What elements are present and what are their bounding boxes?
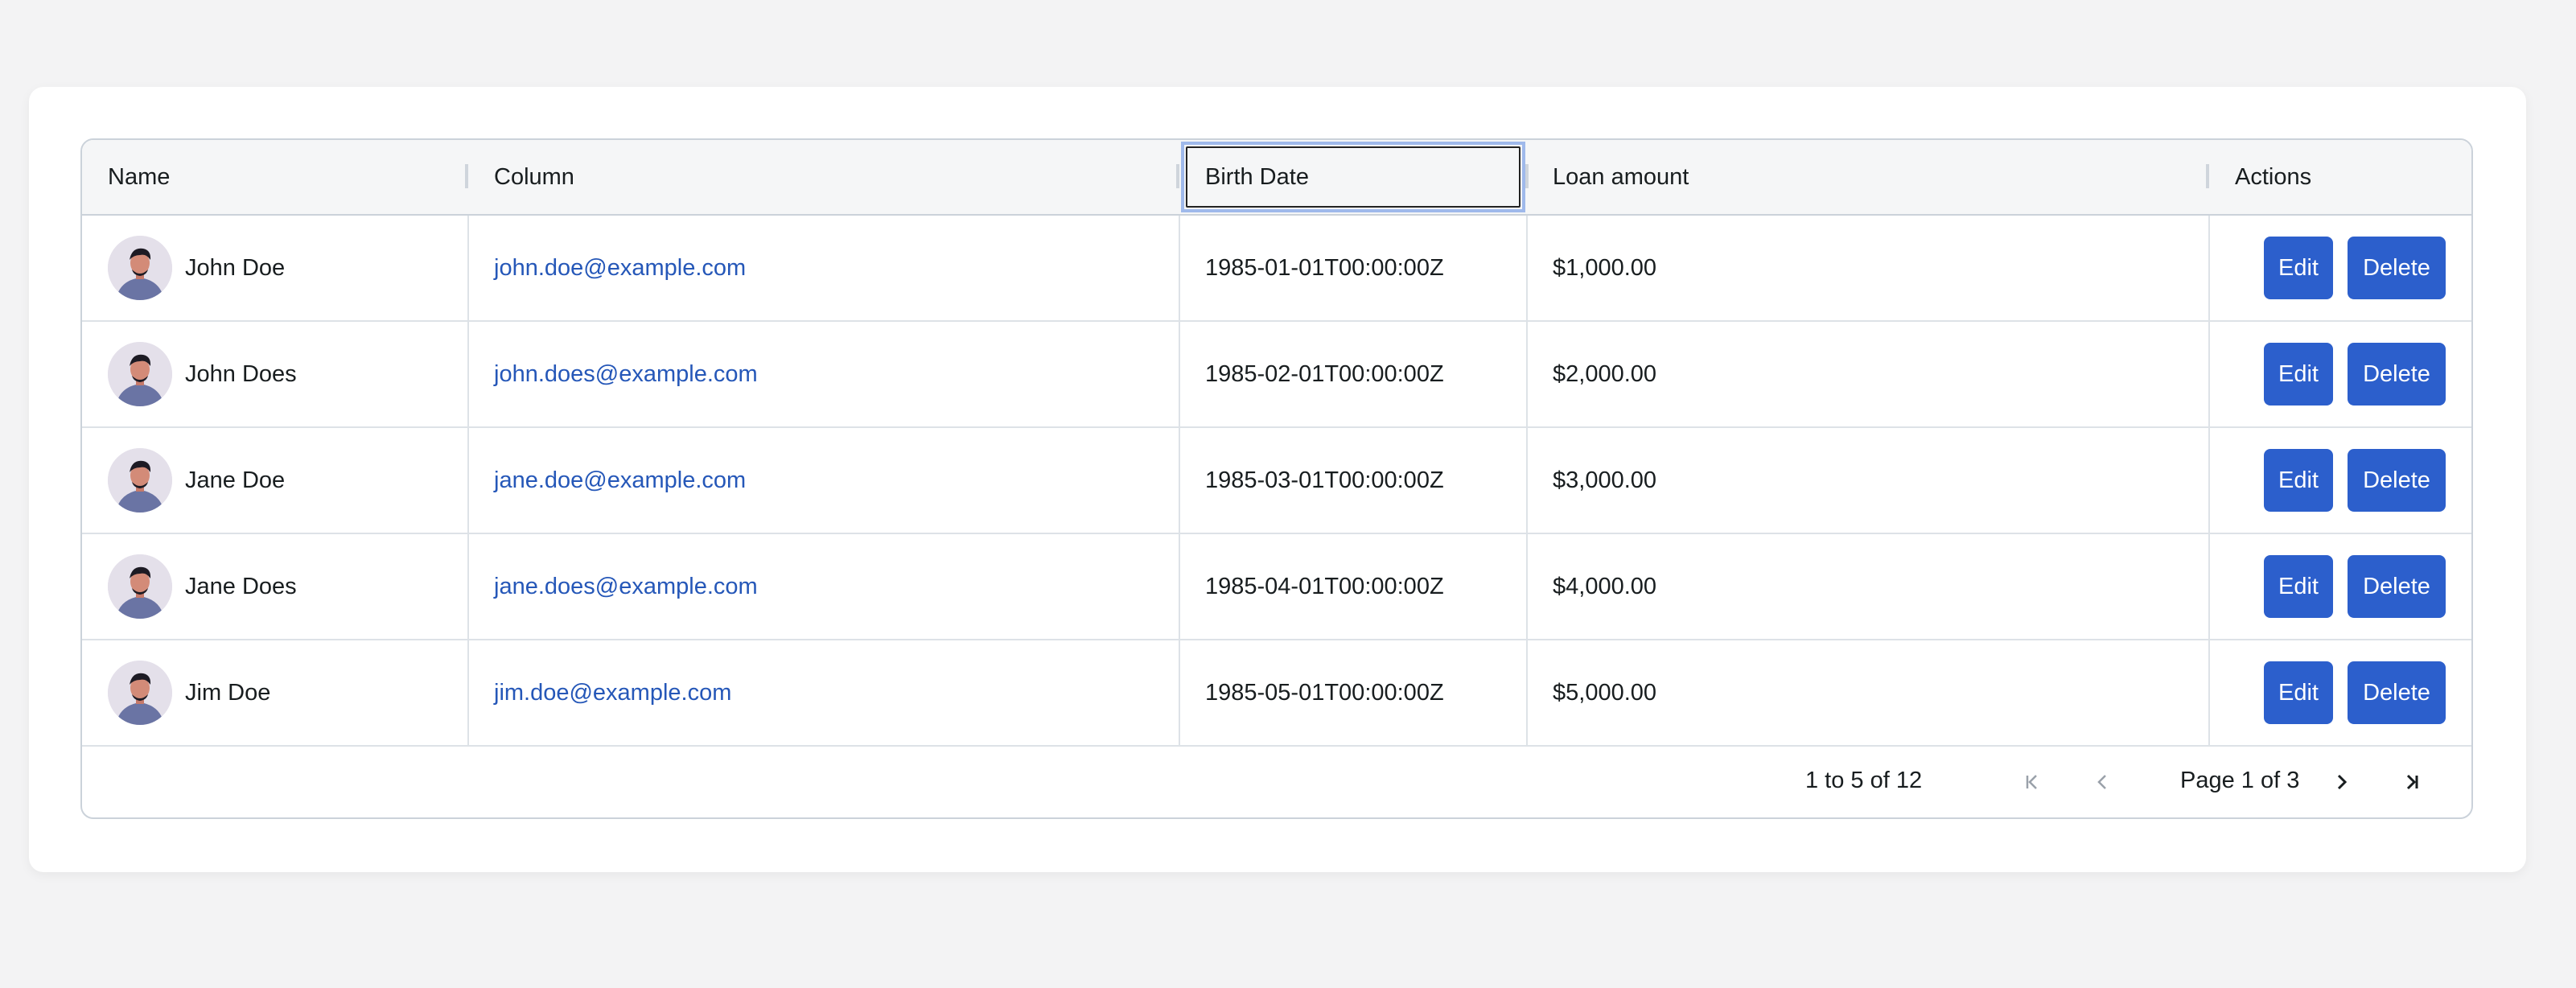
- column-header-email[interactable]: Column: [468, 140, 1179, 214]
- email-cell[interactable]: jim.doe@example.com: [468, 640, 1179, 745]
- edit-button[interactable]: Edit: [2264, 555, 2333, 618]
- avatar: [108, 661, 172, 725]
- page-indicator: Page 1 of 3: [2180, 768, 2300, 793]
- pagination-bar: 1 to 5 of 12 Page 1 of 3: [82, 747, 2471, 817]
- table-row[interactable]: John Doe john.doe@example.com 1985-01-01…: [82, 216, 2471, 322]
- avatar: [108, 342, 172, 406]
- loan-amount-cell[interactable]: $4,000.00: [1527, 534, 2209, 639]
- actions-cell: Edit Delete: [2209, 640, 2471, 745]
- email-link[interactable]: jim.doe@example.com: [494, 680, 731, 706]
- column-header-email-label: Column: [494, 163, 574, 190]
- loan-amount-value: $3,000.00: [1553, 467, 1657, 493]
- loan-amount-cell[interactable]: $3,000.00: [1527, 428, 2209, 533]
- email-cell[interactable]: john.does@example.com: [468, 322, 1179, 426]
- actions-cell: Edit Delete: [2209, 322, 2471, 426]
- column-header-actions[interactable]: Actions: [2209, 140, 2471, 214]
- next-page-icon[interactable]: [2325, 766, 2357, 798]
- column-header-loan-amount[interactable]: Loan amount: [1527, 140, 2209, 214]
- table-row[interactable]: Jane Doe jane.doe@example.com 1985-03-01…: [82, 428, 2471, 534]
- delete-button[interactable]: Delete: [2348, 661, 2446, 724]
- loan-amount-value: $5,000.00: [1553, 679, 1657, 706]
- focus-ring: [1186, 146, 1520, 208]
- loan-amount-cell[interactable]: $5,000.00: [1527, 640, 2209, 745]
- email-link[interactable]: jane.doe@example.com: [494, 467, 746, 494]
- name-cell[interactable]: Jane Does: [82, 534, 468, 639]
- table-row[interactable]: John Does john.does@example.com 1985-02-…: [82, 322, 2471, 428]
- last-page-icon[interactable]: [2396, 766, 2428, 798]
- loan-amount-value: $2,000.00: [1553, 360, 1657, 387]
- actions-cell: Edit Delete: [2209, 216, 2471, 320]
- data-grid: Name Column Birth Date Loan amount Actio…: [80, 138, 2473, 819]
- edit-button[interactable]: Edit: [2264, 449, 2333, 512]
- user-name: Jane Does: [185, 573, 297, 599]
- edit-button[interactable]: Edit: [2264, 343, 2333, 405]
- birth-date-cell[interactable]: 1985-02-01T00:00:00Z: [1179, 322, 1527, 426]
- name-cell[interactable]: Jane Doe: [82, 428, 468, 533]
- avatar: [108, 448, 172, 513]
- loan-amount-cell[interactable]: $2,000.00: [1527, 322, 2209, 426]
- email-link[interactable]: jane.does@example.com: [494, 574, 758, 600]
- user-name: John Does: [185, 360, 297, 387]
- birth-date-value: 1985-02-01T00:00:00Z: [1205, 360, 1444, 387]
- previous-page-icon[interactable]: [2087, 766, 2119, 798]
- email-cell[interactable]: jane.doe@example.com: [468, 428, 1179, 533]
- name-cell[interactable]: Jim Doe: [82, 640, 468, 745]
- avatar: [108, 554, 172, 619]
- pagination-summary: 1 to 5 of 12: [1805, 768, 1923, 793]
- delete-button[interactable]: Delete: [2348, 449, 2446, 512]
- birth-date-value: 1985-04-01T00:00:00Z: [1205, 573, 1444, 599]
- email-link[interactable]: john.does@example.com: [494, 361, 758, 388]
- column-header-name[interactable]: Name: [82, 140, 468, 214]
- grid-card: Name Column Birth Date Loan amount Actio…: [29, 87, 2526, 872]
- first-page-icon[interactable]: [2016, 766, 2048, 798]
- birth-date-value: 1985-03-01T00:00:00Z: [1205, 467, 1444, 493]
- actions-cell: Edit Delete: [2209, 428, 2471, 533]
- birth-date-cell[interactable]: 1985-01-01T00:00:00Z: [1179, 216, 1527, 320]
- user-name: Jane Doe: [185, 467, 286, 493]
- edit-button[interactable]: Edit: [2264, 237, 2333, 299]
- birth-date-cell[interactable]: 1985-05-01T00:00:00Z: [1179, 640, 1527, 745]
- email-cell[interactable]: jane.does@example.com: [468, 534, 1179, 639]
- loan-amount-value: $1,000.00: [1553, 254, 1657, 281]
- delete-button[interactable]: Delete: [2348, 237, 2446, 299]
- column-header-name-label: Name: [108, 163, 171, 190]
- user-name: Jim Doe: [185, 679, 271, 706]
- column-header-loan-amount-label: Loan amount: [1553, 163, 1689, 190]
- email-link[interactable]: john.doe@example.com: [494, 255, 746, 282]
- loan-amount-cell[interactable]: $1,000.00: [1527, 216, 2209, 320]
- name-cell[interactable]: John Does: [82, 322, 468, 426]
- edit-button[interactable]: Edit: [2264, 661, 2333, 724]
- birth-date-cell[interactable]: 1985-03-01T00:00:00Z: [1179, 428, 1527, 533]
- avatar: [108, 236, 172, 300]
- table-row[interactable]: Jim Doe jim.doe@example.com 1985-05-01T0…: [82, 640, 2471, 747]
- name-cell[interactable]: John Doe: [82, 216, 468, 320]
- grid-header: Name Column Birth Date Loan amount Actio…: [82, 140, 2471, 216]
- actions-cell: Edit Delete: [2209, 534, 2471, 639]
- loan-amount-value: $4,000.00: [1553, 573, 1657, 599]
- email-cell[interactable]: john.doe@example.com: [468, 216, 1179, 320]
- column-header-birth-date[interactable]: Birth Date: [1179, 140, 1527, 214]
- table-row[interactable]: Jane Does jane.does@example.com 1985-04-…: [82, 534, 2471, 640]
- birth-date-value: 1985-05-01T00:00:00Z: [1205, 679, 1444, 706]
- column-header-actions-label: Actions: [2235, 163, 2312, 190]
- birth-date-cell[interactable]: 1985-04-01T00:00:00Z: [1179, 534, 1527, 639]
- user-name: John Doe: [185, 254, 286, 281]
- delete-button[interactable]: Delete: [2348, 555, 2446, 618]
- birth-date-value: 1985-01-01T00:00:00Z: [1205, 254, 1444, 281]
- delete-button[interactable]: Delete: [2348, 343, 2446, 405]
